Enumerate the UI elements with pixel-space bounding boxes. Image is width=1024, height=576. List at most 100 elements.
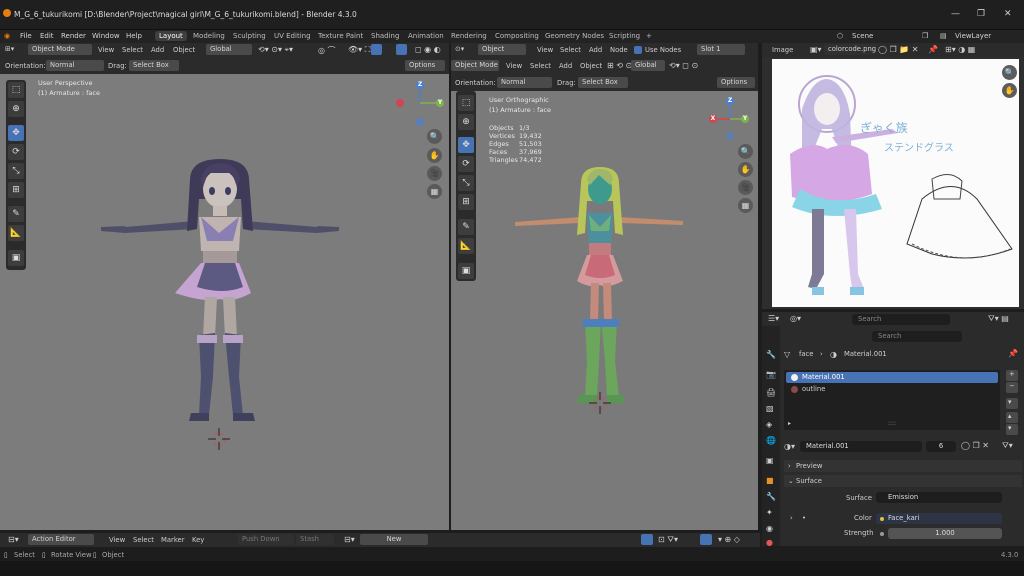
- image-pin-icon[interactable]: 📌: [928, 45, 938, 54]
- right-ortho-grid-icon[interactable]: ▦: [738, 198, 753, 213]
- image-browse-icon[interactable]: ▣▾: [810, 45, 822, 54]
- image-name-field[interactable]: colorcode.png: [824, 44, 876, 55]
- user-count-field[interactable]: 6: [926, 441, 956, 452]
- list-resize-handle[interactable]: ::::: [888, 420, 896, 427]
- only-selected-toggle[interactable]: [641, 534, 653, 545]
- scene-name[interactable]: Scene: [852, 32, 873, 40]
- neg-z-axis-icon[interactable]: [416, 118, 424, 126]
- right2-menu-object[interactable]: Object: [580, 62, 602, 70]
- outliner-display-mode-icon[interactable]: ◎▾: [790, 314, 801, 323]
- right-y-axis-icon[interactable]: Y: [741, 115, 749, 123]
- outliner-filter-icon[interactable]: ⛛▾ ▤: [988, 314, 1009, 324]
- right-select-box-tool-icon[interactable]: ⬚: [458, 95, 474, 111]
- transform-orientation-dropdown[interactable]: Global: [206, 44, 252, 55]
- slot-specials-button[interactable]: ▾: [1006, 398, 1018, 409]
- select-box-tool-icon[interactable]: ⬚: [8, 82, 24, 98]
- image-actions-icons[interactable]: ◯ ❐ 📁 ✕: [878, 45, 918, 54]
- outliner-search-input[interactable]: Search: [852, 314, 950, 325]
- timeline-snapping-icons[interactable]: ▾ ⊕ ◇: [718, 535, 740, 544]
- right-transform-dropdown[interactable]: Global: [631, 60, 665, 71]
- color-expand-icon[interactable]: ›: [790, 514, 793, 522]
- snap-icons[interactable]: ⊞ ⟲ ⊙: [607, 61, 632, 70]
- remove-slot-button[interactable]: −: [1006, 382, 1018, 393]
- rotate-tool-icon[interactable]: ⟳: [8, 144, 24, 160]
- camera-view-icon[interactable]: 🎥: [427, 166, 442, 181]
- menu-object[interactable]: Object: [173, 46, 195, 54]
- y-axis-icon[interactable]: Y: [436, 99, 444, 107]
- list-expand-icon[interactable]: ▸: [788, 420, 791, 427]
- right-x-axis-icon[interactable]: X: [709, 115, 717, 123]
- material-slot-item[interactable]: outline: [786, 384, 998, 395]
- physics-tab-icon[interactable]: ◉: [766, 524, 773, 533]
- add-workspace-button[interactable]: +: [642, 31, 656, 41]
- menu-add[interactable]: Add: [151, 46, 164, 54]
- right-annotate-tool-icon[interactable]: ✎: [458, 219, 474, 235]
- right-add-cube-tool-icon[interactable]: ▣: [458, 263, 474, 279]
- right-transform-tool-icon[interactable]: ⊞: [458, 194, 474, 210]
- use-nodes-checkbox[interactable]: [634, 46, 642, 54]
- overlay-toggle-button[interactable]: [396, 44, 407, 55]
- outliner-editor-icon[interactable]: ☰▾: [768, 314, 779, 323]
- material-browse-icon[interactable]: ◑▾: [784, 442, 795, 451]
- push-down-button[interactable]: Push Down: [238, 534, 294, 545]
- drag-dropdown[interactable]: Select Box: [129, 60, 179, 71]
- action-browse-icon[interactable]: ⊟▾: [344, 535, 355, 544]
- tab-scripting[interactable]: Scripting: [605, 31, 644, 41]
- right2-menu-select[interactable]: Select: [530, 62, 551, 70]
- material-actions-icons[interactable]: ◯ ❐ ✕: [961, 441, 989, 450]
- menu-help[interactable]: Help: [126, 32, 142, 40]
- right-menu-select[interactable]: Select: [560, 46, 581, 54]
- surface-shader-dropdown[interactable]: Emission: [876, 492, 1002, 503]
- move-tool-icon[interactable]: ✥: [8, 125, 24, 141]
- menu-file[interactable]: File: [20, 32, 32, 40]
- left-3d-viewport[interactable]: User Perspective (1) Armature : face ⬚ ⊕…: [0, 74, 449, 530]
- cursor-tool-icon[interactable]: ⊕: [8, 101, 24, 117]
- right-menu-view[interactable]: View: [537, 46, 553, 54]
- properties-search-input[interactable]: Search: [872, 331, 962, 342]
- object-tab-icon[interactable]: ■: [766, 476, 774, 485]
- options-dropdown[interactable]: Options: [405, 60, 445, 71]
- neg-x-axis-icon[interactable]: [396, 99, 404, 107]
- shading-mode-icons[interactable]: ◻ ◉ ◐: [415, 45, 441, 54]
- timeline-menu-select[interactable]: Select: [133, 536, 154, 544]
- right-mode-dropdown[interactable]: Object Mode: [451, 60, 499, 71]
- menu-edit[interactable]: Edit: [40, 32, 54, 40]
- add-slot-button[interactable]: +: [1006, 370, 1018, 381]
- mode-dropdown[interactable]: Object Mode: [28, 44, 92, 55]
- timeline-menu-marker[interactable]: Marker: [161, 536, 185, 544]
- z-axis-icon[interactable]: Z: [416, 81, 424, 89]
- tab-layout[interactable]: Layout: [155, 31, 187, 41]
- action-editor-dropdown[interactable]: Action Editor: [28, 534, 94, 545]
- timeline-menu-view[interactable]: View: [109, 536, 125, 544]
- gizmo-toggle-button[interactable]: [371, 44, 382, 55]
- scale-tool-icon[interactable]: ⤡: [8, 163, 24, 179]
- image-editor-canvas[interactable]: ぎゃく族 ステンドグラス 🔍 ✋: [762, 57, 1024, 309]
- tab-uv-editing[interactable]: UV Editing: [270, 31, 315, 41]
- right-z-axis-icon[interactable]: Z: [726, 97, 734, 105]
- editor-type-icon[interactable]: ⊞▾: [5, 45, 14, 53]
- close-button[interactable]: ✕: [1004, 9, 1012, 19]
- material-name-field[interactable]: Material.001: [800, 441, 922, 452]
- right-navigation-gizmo[interactable]: Z X Y: [706, 95, 756, 143]
- right2-menu-add[interactable]: Add: [559, 62, 572, 70]
- right-menu-add[interactable]: Add: [589, 46, 602, 54]
- surface-panel-header[interactable]: ⌄ Surface: [784, 475, 1022, 487]
- right-move-tool-icon[interactable]: ✥: [458, 137, 474, 153]
- character-model[interactable]: [95, 159, 345, 459]
- view-layer-tab-icon[interactable]: ▧: [766, 404, 774, 413]
- right2-menu-view[interactable]: View: [506, 62, 522, 70]
- stash-button[interactable]: Stash: [296, 534, 334, 545]
- measure-tool-icon[interactable]: 📐: [8, 225, 24, 241]
- output-tab-icon[interactable]: 🖨: [766, 388, 776, 397]
- tab-geometry-nodes[interactable]: Geometry Nodes: [541, 31, 608, 41]
- right-measure-tool-icon[interactable]: 📐: [458, 238, 474, 254]
- right-3d-viewport[interactable]: User Orthographic (1) Armature : face Ob…: [451, 91, 758, 530]
- transform-tool-icon[interactable]: ⊞: [8, 182, 24, 198]
- image-pan-icon[interactable]: ✋: [1002, 83, 1017, 98]
- move-slot-up-button[interactable]: ▴: [1006, 412, 1018, 423]
- pan-hand-icon[interactable]: ✋: [427, 148, 442, 163]
- right-camera-view-icon[interactable]: 🎥: [738, 180, 753, 195]
- zoom-icon[interactable]: 🔍: [427, 129, 442, 144]
- view-layer-name[interactable]: ViewLayer: [955, 32, 991, 40]
- tab-animation[interactable]: Animation: [404, 31, 448, 41]
